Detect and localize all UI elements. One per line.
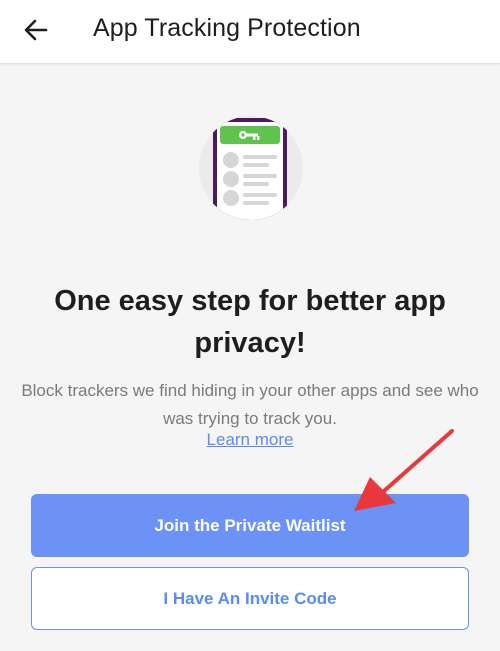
page-title: App Tracking Protection: [93, 14, 361, 42]
invite-code-label: I Have An Invite Code: [163, 588, 337, 608]
join-waitlist-button[interactable]: Join the Private Waitlist: [31, 494, 469, 557]
headline: One easy step for better app privacy!: [54, 285, 446, 359]
phone-with-key-illustration: [199, 116, 303, 220]
learn-more-link[interactable]: Learn more: [0, 430, 500, 450]
arrow-left-icon: [24, 19, 48, 41]
join-waitlist-label: Join the Private Waitlist: [154, 515, 346, 535]
back-button[interactable]: [14, 10, 58, 50]
invite-code-button[interactable]: I Have An Invite Code: [31, 567, 469, 630]
learn-more-label: Learn more: [206, 430, 294, 449]
app-bar: App Tracking Protection: [0, 0, 500, 64]
description: Block trackers we find hiding in your ot…: [21, 381, 479, 428]
